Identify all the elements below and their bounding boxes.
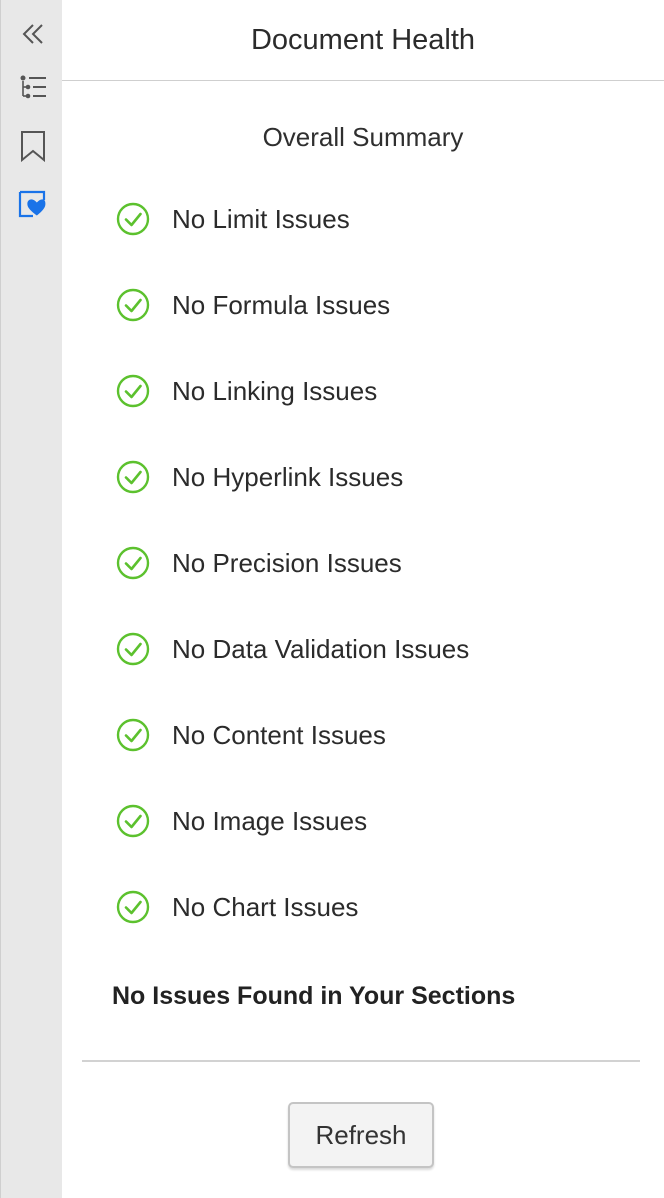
outline-button[interactable]: [13, 68, 53, 108]
refresh-button[interactable]: Refresh: [288, 1102, 434, 1168]
summary-item-label: No Limit Issues: [172, 203, 350, 234]
side-rail: [0, 0, 62, 1198]
summary-item: No Limit Issues: [116, 199, 350, 239]
check-circle-icon: [116, 804, 150, 838]
check-circle-icon: [116, 288, 150, 322]
panel-header: Document Health: [62, 0, 664, 81]
panel-title: Document Health: [250, 23, 476, 56]
check-circle-icon: [116, 374, 150, 408]
check-circle-icon: [116, 718, 150, 752]
summary-item-label: No Formula Issues: [172, 289, 391, 320]
summary-item: No Formula Issues: [116, 285, 390, 325]
document-health-button[interactable]: [13, 184, 53, 224]
summary-item: No Content Issues: [116, 715, 386, 755]
check-circle-icon: [116, 632, 150, 666]
summary-item-label: No Precision Issues: [172, 547, 402, 578]
summary-item-label: No Data Validation Issues: [172, 633, 470, 664]
collapse-chevrons-icon: [22, 24, 43, 44]
summary-item: No Data Validation Issues: [116, 629, 469, 669]
check-circle-icon: [116, 460, 150, 494]
divider: [82, 1060, 640, 1062]
collapse-panel-button[interactable]: [13, 14, 53, 54]
summary-item: No Chart Issues: [116, 887, 358, 927]
summary-title: Overall Summary: [262, 122, 464, 152]
check-circle-icon: [116, 890, 150, 924]
summary-item-label: No Linking Issues: [172, 375, 378, 406]
summary-item-label: No Image Issues: [172, 805, 368, 836]
document-health-heart-icon: [18, 190, 46, 218]
document-health-panel: Document Health Overall Summary No Limit…: [62, 0, 664, 1198]
result-message: No Issues Found in Your Sections: [112, 982, 516, 1010]
summary-item: No Hyperlink Issues: [116, 457, 403, 497]
bookmark-icon: [21, 131, 45, 162]
summary-item: No Precision Issues: [116, 543, 402, 583]
summary-item: No Linking Issues: [116, 371, 377, 411]
summary-item: No Image Issues: [116, 801, 367, 841]
check-circle-icon: [116, 202, 150, 236]
summary-item-label: No Chart Issues: [172, 891, 359, 922]
summary-item-label: No Hyperlink Issues: [172, 461, 404, 492]
bookmarks-button[interactable]: [13, 126, 53, 166]
check-circle-icon: [116, 546, 150, 580]
summary-item-label: No Content Issues: [172, 719, 386, 750]
outline-list-icon: [20, 75, 46, 99]
